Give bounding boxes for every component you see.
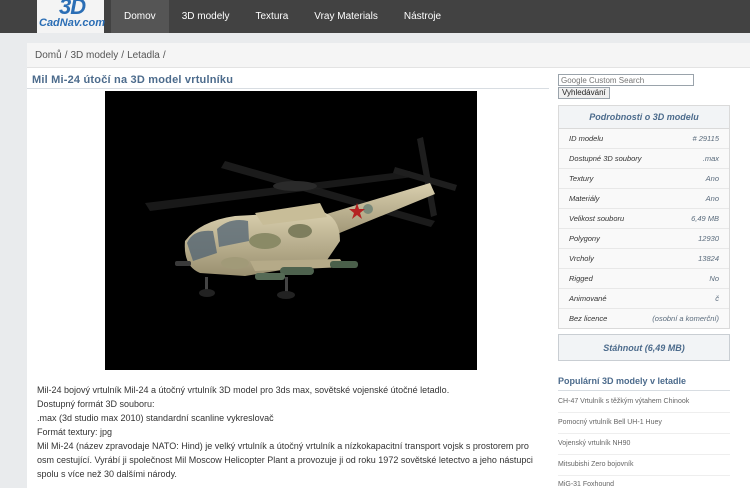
detail-key: Bez licence: [569, 314, 608, 323]
description-paragraph: Formát textury: jpg: [37, 427, 113, 437]
breadcrumb: Domů/3D modely / Letadla /: [27, 43, 750, 68]
detail-value: 6,49 MB: [691, 214, 719, 223]
detail-value: 13824: [698, 254, 719, 263]
model-preview-image: [105, 91, 477, 370]
nav-vray-materials[interactable]: Vray Materials: [301, 0, 391, 33]
detail-value: 12930: [698, 234, 719, 243]
description-paragraph: Mil Mi-24 (název zpravodaje NATO: Hind) …: [37, 441, 533, 479]
helicopter-render: [105, 91, 477, 370]
detail-key: Vrcholy: [569, 254, 594, 263]
main-nav: Domov 3D modely Textura Vray Materials N…: [111, 0, 454, 33]
detail-key: ID modelu: [569, 134, 604, 143]
details-row: Rigged No: [559, 269, 729, 289]
detail-key: Velikost souboru: [569, 214, 625, 223]
detail-key: Materiály: [569, 194, 600, 203]
breadcrumb-3d-models[interactable]: 3D modely: [70, 50, 118, 61]
details-row: Bez licence (osobní a komerční): [559, 309, 729, 329]
title-divider: [27, 88, 549, 89]
details-title: Podrobnosti o 3D modelu: [559, 106, 729, 129]
breadcrumb-aircraft[interactable]: Letadla: [127, 50, 160, 61]
popular-model-link[interactable]: Pomocný vrtulník Bell UH-1 Huey: [558, 419, 730, 426]
popular-model-link[interactable]: Vojenský vrtulník NH90: [558, 440, 730, 447]
details-row: ID modelu # 29115: [559, 129, 729, 149]
nav-domov[interactable]: Domov: [111, 0, 169, 33]
popular-separator: [558, 412, 730, 413]
model-description: Mil-24 bojový vrtulník Mil-24 a útočný v…: [37, 383, 537, 481]
detail-key: Polygony: [569, 234, 600, 243]
page-title: Mil Mi-24 útočí na 3D model vrtulníku: [32, 74, 234, 86]
details-row: Animované č: [559, 289, 729, 309]
popular-model-link[interactable]: MiG-31 Foxhound: [558, 481, 730, 488]
nav-nastroje[interactable]: Nástroje: [391, 0, 454, 33]
detail-key: Textury: [569, 174, 594, 183]
detail-value: č: [715, 294, 719, 303]
detail-key: Rigged: [569, 274, 593, 283]
top-navigation-bar: 3D CadNav.com Domov 3D modely Textura Vr…: [0, 0, 750, 33]
details-row: Polygony 12930: [559, 229, 729, 249]
description-paragraph: Dostupný formát 3D souboru:: [37, 399, 155, 409]
detail-key: Dostupné 3D soubory: [569, 154, 642, 163]
model-details-panel: Podrobnosti o 3D modelu ID modelu # 29115…: [558, 105, 730, 329]
details-row: Velikost souboru 6,49 MB: [559, 209, 729, 229]
details-row: Vrcholy 13824: [559, 249, 729, 269]
popular-separator: [558, 475, 730, 476]
popular-model-link[interactable]: CH-47 Vrtulník s těžkým výtahem Chinook: [558, 398, 730, 405]
detail-key: Animované: [569, 294, 607, 303]
logo-text: CadNav.com: [39, 17, 106, 29]
nav-textura[interactable]: Textura: [243, 0, 302, 33]
breadcrumb-separator: /: [121, 50, 125, 61]
download-button[interactable]: Stáhnout (6,49 MB): [558, 334, 730, 361]
search-input[interactable]: [558, 74, 694, 86]
nav-3d-modely[interactable]: 3D modely: [169, 0, 243, 33]
description-paragraph: Mil-24 bojový vrtulník Mil-24 a útočný v…: [37, 385, 450, 395]
detail-value: Ano: [705, 194, 719, 203]
description-paragraph: .max (3d studio max 2010) standardní sca…: [37, 413, 274, 423]
site-logo[interactable]: 3D CadNav.com: [37, 0, 106, 33]
breadcrumb-home[interactable]: Domů: [35, 50, 62, 61]
details-row: Materiály Ano: [559, 189, 729, 209]
popular-model-link[interactable]: Mitsubishi Zero bojovník: [558, 461, 730, 468]
search-button[interactable]: Vyhledávání: [558, 87, 610, 99]
detail-value: (osobní a komerční): [652, 314, 719, 323]
content-panel: Domů/3D modely / Letadla / Mil Mi-24 útočí …: [27, 43, 750, 488]
popular-models-title: Populární 3D modely v letadle: [558, 376, 687, 386]
detail-value: Ano: [705, 174, 719, 183]
popular-separator: [558, 454, 730, 455]
breadcrumb-separator: /: [162, 50, 166, 61]
popular-separator: [558, 433, 730, 434]
detail-value: No: [709, 274, 719, 283]
popular-divider: [558, 390, 730, 391]
detail-value: # 29115: [692, 134, 719, 143]
details-row: Textury Ano: [559, 169, 729, 189]
details-row: Dostupné 3D soubory .max: [559, 149, 729, 169]
detail-value: .max: [702, 154, 719, 163]
